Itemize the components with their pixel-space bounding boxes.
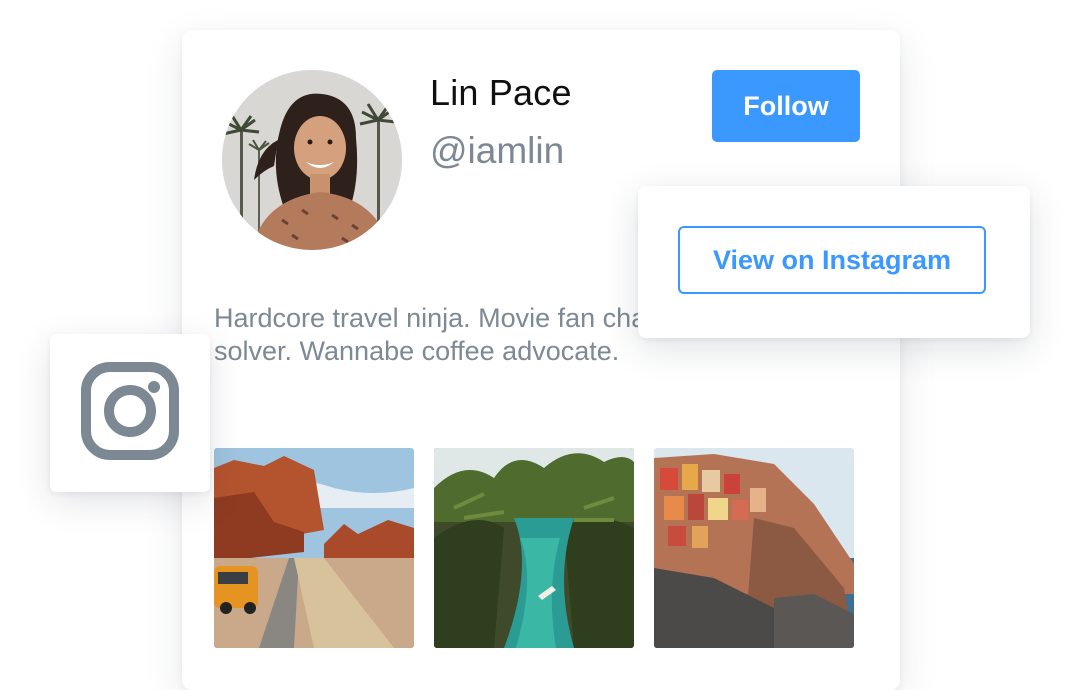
profile-handle: @iamlin: [430, 130, 565, 171]
profile-card: Lin Pace @iamlin Follow Hardcore travel …: [182, 30, 900, 690]
avatar[interactable]: [222, 70, 402, 250]
photo-palm-river[interactable]: [434, 448, 634, 648]
instagram-icon: [81, 361, 179, 465]
photo-desert-road[interactable]: [214, 448, 414, 648]
photo-cliff-village[interactable]: [654, 448, 854, 648]
profile-name: Lin Pace: [430, 72, 572, 113]
instagram-badge: [50, 334, 210, 492]
follow-button[interactable]: Follow: [712, 70, 860, 142]
view-on-instagram-button[interactable]: View on Instagram: [678, 226, 986, 294]
instagram-popup: View on Instagram: [638, 186, 1030, 338]
